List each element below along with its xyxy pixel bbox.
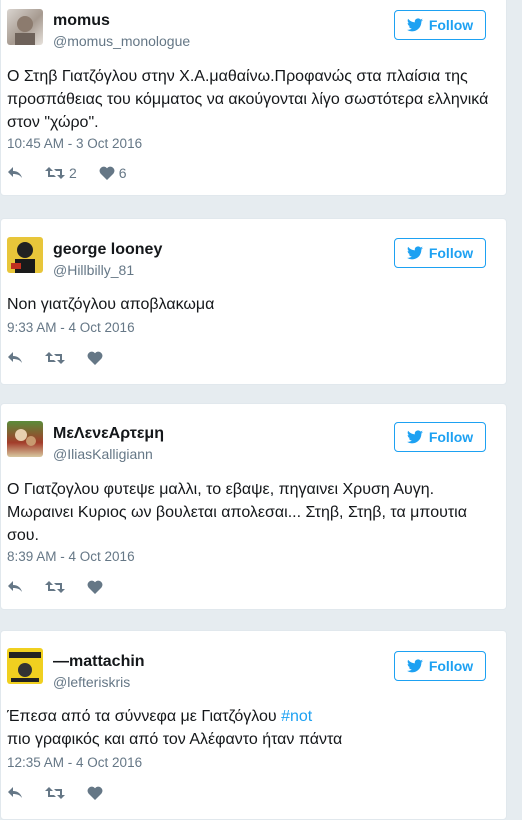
follow-button[interactable]: Follow — [394, 238, 486, 268]
display-name[interactable]: george looney — [53, 241, 162, 259]
avatar[interactable] — [7, 421, 43, 457]
retweet-button[interactable]: 2 — [45, 165, 77, 181]
user-handle[interactable]: @momus_monologue — [53, 33, 190, 49]
tweet-text-line: πιο γραφικός και από τον Αλέφαντο ήταν π… — [7, 731, 343, 748]
tweet-timestamp[interactable]: 12:35 AM - 4 Oct 2016 — [7, 755, 142, 770]
reply-button[interactable] — [7, 166, 23, 180]
retweet-button[interactable] — [45, 786, 65, 800]
tweet-card: ΜεΛενεΑρτεμη @IliasKalligiann Follow Ο Γ… — [0, 403, 507, 610]
user-handle[interactable]: @Hillbilly_81 — [53, 262, 134, 278]
follow-label: Follow — [428, 429, 474, 445]
retweet-icon — [45, 581, 65, 593]
tweet-actions: 2 6 — [7, 163, 149, 183]
like-icon — [99, 166, 115, 180]
retweet-icon — [45, 787, 65, 799]
follow-label: Follow — [428, 17, 474, 33]
display-name[interactable]: ΜεΛενεΑρτεμη — [53, 425, 164, 443]
like-button[interactable] — [87, 580, 103, 594]
avatar[interactable] — [7, 9, 43, 45]
follow-button[interactable]: Follow — [394, 10, 486, 40]
tweet-text: Non γιατζόγλου αποβλακωμα — [7, 296, 215, 313]
like-icon — [87, 351, 103, 365]
retweet-icon — [45, 167, 65, 179]
display-name[interactable]: momus — [53, 12, 110, 30]
reply-icon — [8, 787, 22, 798]
follow-label: Follow — [428, 245, 474, 261]
reply-icon — [8, 352, 22, 363]
retweet-count: 2 — [69, 165, 77, 181]
follow-button[interactable]: Follow — [394, 422, 486, 452]
tweet-text: Έπεσα από τα σύννεφα με Γιατζόγλου #not … — [7, 705, 492, 751]
like-icon — [87, 786, 103, 800]
like-button[interactable] — [87, 351, 103, 365]
twitter-bird-icon — [406, 659, 423, 673]
like-icon — [87, 580, 103, 594]
tweet-card: —mattachin @lefteriskris Follow Έπεσα απ… — [0, 630, 507, 820]
tweet-timestamp[interactable]: 8:39 AM - 4 Oct 2016 — [7, 549, 135, 564]
user-handle[interactable]: @lefteriskris — [53, 674, 130, 690]
reply-button[interactable] — [7, 786, 23, 800]
tweet-actions — [7, 577, 125, 597]
tweet-actions — [7, 348, 125, 368]
like-button[interactable] — [87, 786, 103, 800]
reply-icon — [8, 167, 22, 178]
reply-button[interactable] — [7, 351, 23, 365]
like-count: 6 — [118, 165, 127, 181]
tweet-actions — [7, 783, 125, 803]
avatar[interactable] — [7, 648, 43, 684]
twitter-bird-icon — [406, 246, 423, 260]
reply-icon — [8, 581, 22, 592]
display-name[interactable]: —mattachin — [53, 653, 145, 671]
tweet-text: Ο Στηβ Γιατζόγλου στην Χ.Α.μαθαίνω.Προφα… — [7, 68, 489, 131]
retweet-button[interactable] — [45, 351, 65, 365]
retweet-button[interactable] — [45, 580, 65, 594]
tweet-text-line: Έπεσα από τα σύννεφα με Γιατζόγλου — [7, 708, 282, 725]
twitter-bird-icon — [406, 18, 423, 32]
twitter-bird-icon — [406, 430, 423, 444]
reply-button[interactable] — [7, 580, 23, 594]
tweet-timestamp[interactable]: 10:45 AM - 3 Oct 2016 — [7, 136, 142, 151]
follow-label: Follow — [428, 658, 474, 674]
user-handle[interactable]: @IliasKalligiann — [53, 446, 153, 462]
tweet-timestamp[interactable]: 9:33 AM - 4 Oct 2016 — [7, 320, 135, 335]
follow-button[interactable]: Follow — [394, 651, 486, 681]
tweet-card: momus @momus_monologue Follow Ο Στηβ Για… — [0, 0, 507, 196]
retweet-icon — [45, 352, 65, 364]
hashtag-link[interactable]: #not — [281, 708, 312, 725]
avatar[interactable] — [7, 237, 43, 273]
tweet-card: george looney @Hillbilly_81 Follow Non γ… — [0, 218, 507, 385]
tweet-text: Ο Γιατζογλου φυτεψε μαλλι, το εβαψε, πηγ… — [7, 481, 467, 544]
like-button[interactable]: 6 — [99, 165, 127, 181]
